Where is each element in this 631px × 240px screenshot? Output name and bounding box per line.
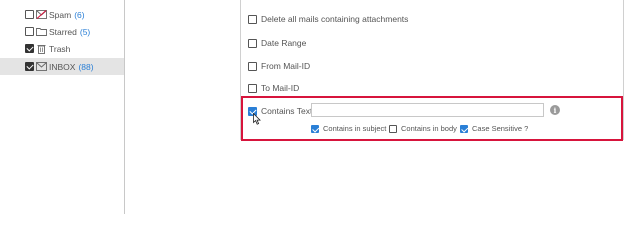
contains-in-body-checkbox[interactable] (389, 124, 397, 133)
folder-name: Trash (49, 43, 71, 54)
from-mail-id-checkbox[interactable] (248, 61, 257, 71)
folder-checkbox[interactable] (25, 10, 34, 19)
option-from-mail-id[interactable]: From Mail-ID (248, 60, 310, 72)
folder-icon (36, 27, 47, 36)
folder-item-trash[interactable]: Trash (0, 40, 124, 57)
date-range-checkbox[interactable] (248, 38, 257, 48)
folder-name: Spam (49, 9, 72, 20)
option-date-range[interactable]: Date Range (248, 37, 306, 49)
option-label: Delete all mails containing attachments (261, 14, 409, 24)
option-label: Contains Text (261, 106, 313, 116)
option-delete-attachments[interactable]: Delete all mails containing attachments (248, 13, 408, 25)
option-label: Date Range (261, 38, 307, 48)
option-label: From Mail-ID (261, 61, 311, 71)
to-mail-id-checkbox[interactable] (248, 83, 257, 93)
folder-item-spam[interactable]: Spam (6) (0, 6, 124, 23)
envelope-icon (36, 62, 47, 71)
option-case-sensitive[interactable]: Case Sensitive ? (460, 123, 528, 134)
folder-item-inbox[interactable]: INBOX (88) (0, 58, 124, 75)
spam-icon (36, 10, 47, 19)
sub-option-label: Contains in subject (323, 124, 387, 133)
trash-icon (36, 44, 47, 54)
mouse-cursor-icon (253, 113, 261, 125)
folder-checkbox[interactable] (25, 44, 34, 53)
folder-checkbox[interactable] (25, 62, 34, 71)
folder-item-starred[interactable]: Starred (5) (0, 23, 124, 40)
contains-text-input[interactable] (311, 103, 544, 117)
folder-count: (6) (74, 9, 85, 20)
folder-name: INBOX (49, 61, 76, 72)
case-sensitive-checkbox[interactable] (460, 124, 468, 133)
option-contains-in-body[interactable]: Contains in body (389, 123, 457, 134)
option-label: To Mail-ID (261, 83, 300, 93)
sub-option-label: Contains in body (401, 124, 457, 133)
folder-count: (88) (78, 61, 94, 72)
pane-divider (124, 0, 125, 214)
option-contains-in-subject[interactable]: Contains in subject (311, 123, 386, 134)
folder-name: Starred (49, 26, 77, 37)
option-to-mail-id[interactable]: To Mail-ID (248, 82, 299, 94)
contains-in-subject-checkbox[interactable] (311, 124, 319, 133)
folder-pane: Spam (6) Starred (5) Trash INBOX (88) (0, 0, 124, 214)
info-icon[interactable]: i (550, 105, 560, 115)
folder-checkbox[interactable] (25, 27, 34, 36)
folder-count: (5) (79, 26, 91, 37)
delete-attachments-checkbox[interactable] (248, 14, 257, 24)
sub-option-label: Case Sensitive ? (472, 124, 529, 133)
